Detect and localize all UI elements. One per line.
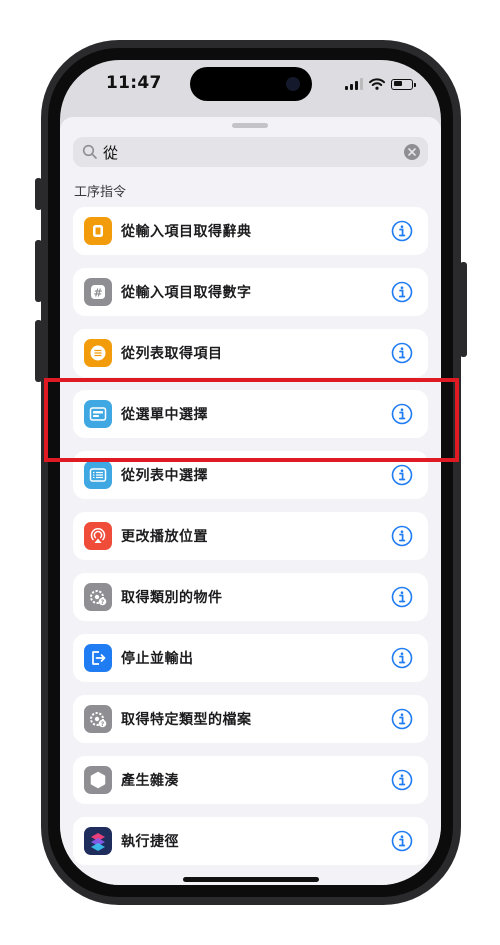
action-label: 取得類別的物件 bbox=[121, 590, 223, 606]
battery-icon bbox=[391, 78, 416, 90]
status-time: 11:47 bbox=[106, 73, 162, 93]
exit-icon bbox=[84, 644, 112, 672]
list-choose-icon bbox=[84, 461, 112, 489]
svg-text:?: ? bbox=[101, 721, 105, 728]
actions-sheet: 從 工序指令 從輸入項目取得辭典 # 從輸入項目取得數字 從列表取得項目 從選單… bbox=[60, 117, 441, 885]
section-header: 工序指令 bbox=[74, 185, 127, 200]
action-row[interactable]: 從列表取得項目 bbox=[73, 329, 428, 377]
search-icon bbox=[82, 144, 97, 159]
action-row[interactable]: ? 取得特定類型的檔案 bbox=[73, 695, 428, 743]
cellular-signal-icon bbox=[345, 78, 363, 90]
number-icon: # bbox=[84, 278, 112, 306]
info-icon[interactable] bbox=[391, 647, 413, 669]
info-icon[interactable] bbox=[391, 830, 413, 852]
info-icon[interactable] bbox=[391, 464, 413, 486]
action-label: 取得特定類型的檔案 bbox=[121, 712, 252, 728]
dictionary-icon bbox=[84, 217, 112, 245]
action-row[interactable]: 產生雜湊 bbox=[73, 756, 428, 804]
status-icons bbox=[345, 77, 416, 91]
action-label: 從輸入項目取得數字 bbox=[121, 285, 252, 301]
power-button bbox=[460, 262, 467, 357]
action-row[interactable]: 執行捷徑 bbox=[73, 817, 428, 865]
info-icon[interactable] bbox=[391, 281, 413, 303]
screen: 11:47 從 工序指令 從輸入項目取得辭典 # 從輸入項目取得數字 從列表取得… bbox=[60, 60, 441, 885]
action-label: 產生雜湊 bbox=[121, 773, 179, 789]
info-icon[interactable] bbox=[391, 769, 413, 791]
info-icon[interactable] bbox=[391, 525, 413, 547]
camera-icon bbox=[286, 77, 300, 91]
dynamic-island bbox=[190, 67, 312, 101]
info-icon[interactable] bbox=[391, 342, 413, 364]
volume-up-button bbox=[35, 240, 42, 302]
search-field[interactable]: 從 bbox=[73, 137, 428, 167]
shortcuts-icon bbox=[84, 827, 112, 855]
svg-text:?: ? bbox=[101, 599, 105, 606]
svg-text:#: # bbox=[93, 287, 102, 300]
action-row[interactable]: # 從輸入項目取得數字 bbox=[73, 268, 428, 316]
action-label: 從列表取得項目 bbox=[121, 346, 223, 362]
action-row[interactable]: 從輸入項目取得辭典 bbox=[73, 207, 428, 255]
info-icon[interactable] bbox=[391, 220, 413, 242]
hexagon-icon bbox=[84, 766, 112, 794]
volume-down-button bbox=[35, 320, 42, 382]
gear-badge-icon: ? bbox=[84, 705, 112, 733]
action-row[interactable]: ? 取得類別的物件 bbox=[73, 573, 428, 621]
clear-search-button[interactable] bbox=[404, 144, 420, 160]
search-query[interactable]: 從 bbox=[103, 142, 118, 163]
home-indicator bbox=[183, 877, 319, 882]
sheet-grabber[interactable] bbox=[232, 123, 268, 128]
action-row[interactable]: 停止並輸出 bbox=[73, 634, 428, 682]
action-label: 執行捷徑 bbox=[121, 834, 179, 850]
action-button bbox=[35, 178, 42, 210]
gear-badge-icon: ? bbox=[84, 583, 112, 611]
action-label: 從列表中選擇 bbox=[121, 468, 208, 484]
close-icon bbox=[408, 148, 416, 156]
info-icon[interactable] bbox=[391, 586, 413, 608]
list-icon bbox=[84, 339, 112, 367]
action-label: 從輸入項目取得辭典 bbox=[121, 224, 252, 240]
action-label: 停止並輸出 bbox=[121, 651, 194, 667]
status-bar: 11:47 bbox=[60, 60, 441, 112]
action-label: 更改播放位置 bbox=[121, 529, 208, 545]
wifi-icon bbox=[369, 78, 385, 90]
highlight-box bbox=[44, 378, 459, 462]
airplay-icon bbox=[84, 522, 112, 550]
action-row[interactable]: 更改播放位置 bbox=[73, 512, 428, 560]
info-icon[interactable] bbox=[391, 708, 413, 730]
